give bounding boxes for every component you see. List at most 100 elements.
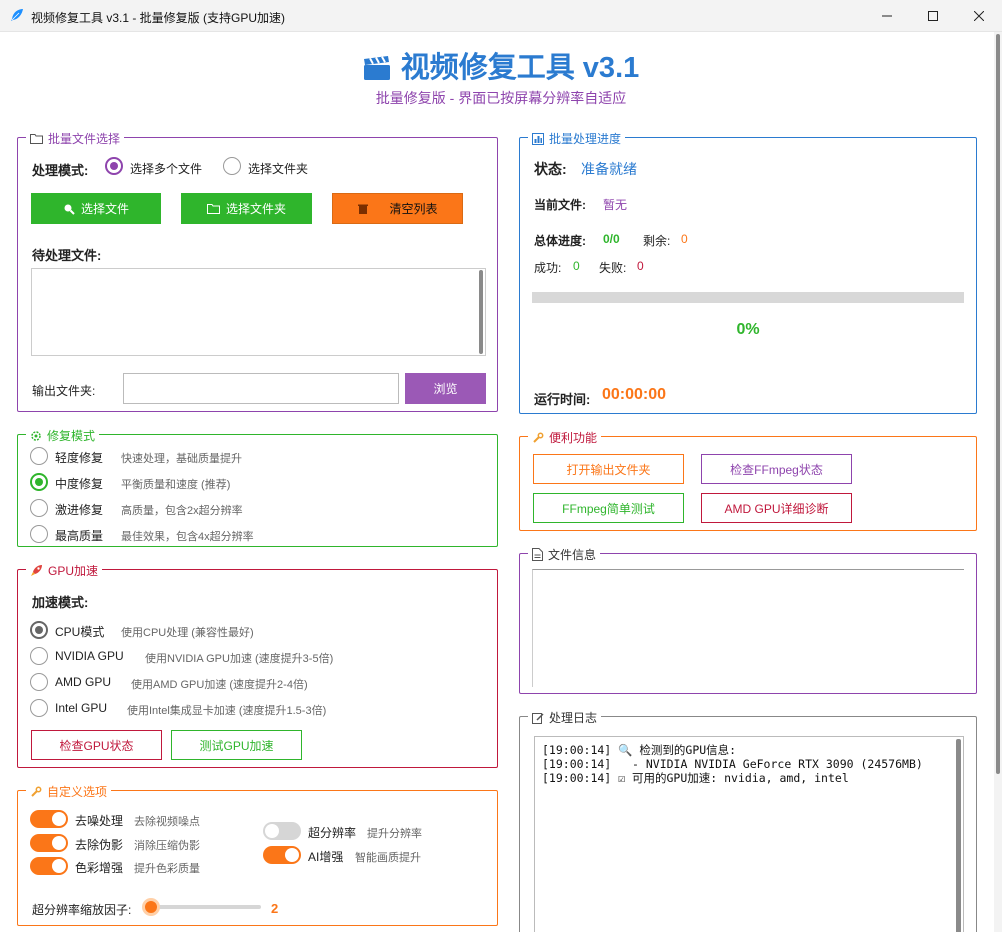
window-scrollbar[interactable]	[994, 32, 1002, 932]
select-files-label: 选择文件	[80, 202, 129, 216]
pending-list-scrollbar[interactable]	[479, 270, 483, 354]
output-folder-label: 输出文件夹:	[32, 384, 96, 398]
super-res-hint: 提升分辨率	[367, 828, 422, 840]
log-line: [19:00:14] ☑ 可用的GPU加速: nvidia, amd, inte…	[542, 771, 849, 785]
log-group: 处理日志 [19:00:14] 🔍 检测到的GPU信息: [19:00:14] …	[519, 709, 977, 932]
fail-value: 0	[637, 259, 644, 273]
rocket-icon	[31, 565, 42, 576]
check-gpu-status-button[interactable]: 检查GPU状态	[31, 730, 162, 760]
select-files-button[interactable]: 选择文件	[31, 193, 161, 224]
app-header: 视频修复工具 v3.1	[0, 44, 1002, 86]
log-legend: 处理日志	[528, 709, 602, 726]
check-ffmpeg-button[interactable]: 检查FFmpeg状态	[701, 454, 852, 484]
gpu-radio-amd[interactable]	[30, 673, 48, 691]
clapperboard-icon	[363, 56, 390, 80]
gpu-radio-cpu[interactable]	[30, 621, 48, 639]
ai-enhance-label: AI增强	[308, 850, 344, 864]
deartifact-label: 去除伪影	[75, 838, 124, 852]
bar-chart-icon	[532, 132, 544, 145]
gpu-radio-intel[interactable]	[30, 699, 48, 717]
mode-option-folder[interactable]: 选择文件夹	[248, 160, 308, 177]
total-progress-value: 0/0	[603, 232, 620, 246]
color-enhance-hint: 提升色彩质量	[134, 863, 200, 875]
output-folder-input[interactable]	[123, 373, 399, 404]
maximize-icon	[928, 11, 938, 21]
browse-button[interactable]: 浏览	[405, 373, 486, 404]
ai-enhance-hint: 智能画质提升	[355, 852, 421, 864]
repair-hint-medium: 平衡质量和速度 (推荐)	[121, 479, 231, 491]
pending-files-label: 待处理文件:	[32, 248, 102, 263]
pending-files-list[interactable]	[31, 268, 486, 356]
super-res-label: 超分辨率	[308, 826, 357, 840]
clear-list-button[interactable]: 清空列表	[332, 193, 463, 224]
repair-option-max[interactable]: 最高质量	[55, 527, 103, 544]
repair-option-aggressive[interactable]: 激进修复	[55, 501, 103, 518]
status-label: 状态:	[534, 161, 567, 177]
repair-mode-legend-text: 修复模式	[47, 429, 96, 443]
file-info-legend: 文件信息	[528, 546, 601, 563]
gpu-radio-nvidia[interactable]	[30, 647, 48, 665]
deartifact-toggle[interactable]	[30, 834, 68, 852]
minimize-icon	[882, 15, 892, 17]
clear-list-label: 清空列表	[389, 202, 438, 216]
document-icon	[532, 548, 543, 561]
ffmpeg-test-button[interactable]: FFmpeg简单测试	[533, 493, 684, 523]
denoise-toggle[interactable]	[30, 810, 68, 828]
repair-hint-light: 快速处理，基础质量提升	[121, 453, 242, 465]
log-textarea[interactable]: [19:00:14] 🔍 检测到的GPU信息: [19:00:14] - NVI…	[534, 736, 964, 932]
amd-diagnose-button[interactable]: AMD GPU详细诊断	[701, 493, 852, 523]
select-folder-button[interactable]: 选择文件夹	[181, 193, 312, 224]
minimize-button[interactable]	[864, 0, 910, 32]
close-button[interactable]	[956, 0, 1002, 32]
repair-hint-aggressive: 高质量，包含2x超分辨率	[121, 505, 243, 517]
file-info-textarea[interactable]	[532, 569, 964, 687]
scrollbar-thumb[interactable]	[996, 34, 1000, 774]
gpu-legend: GPU加速	[26, 562, 103, 579]
current-file-label: 当前文件:	[534, 198, 586, 212]
trash-icon	[358, 204, 369, 214]
scale-factor-label: 超分辨率缩放因子:	[32, 903, 132, 917]
maximize-button[interactable]	[910, 0, 956, 32]
repair-radio-max[interactable]	[30, 525, 48, 543]
gpu-option-intel[interactable]: Intel GPU	[55, 701, 107, 715]
repair-option-medium[interactable]: 中度修复	[55, 475, 103, 492]
log-scrollbar[interactable]	[956, 739, 961, 932]
fail-label: 失败:	[599, 261, 627, 275]
mode-radio-folder[interactable]	[223, 157, 241, 175]
super-res-toggle[interactable]	[263, 822, 301, 840]
log-legend-text: 处理日志	[549, 711, 598, 725]
file-info-legend-text: 文件信息	[548, 548, 597, 562]
success-label: 成功:	[534, 261, 562, 275]
search-icon	[64, 204, 75, 215]
mode-radio-files[interactable]	[105, 157, 123, 175]
mode-option-files[interactable]: 选择多个文件	[130, 160, 202, 177]
folder-icon	[206, 204, 220, 214]
gpu-option-cpu[interactable]: CPU模式	[55, 623, 104, 640]
accel-mode-label: 加速模式:	[32, 595, 89, 610]
color-enhance-toggle[interactable]	[30, 857, 68, 875]
scale-slider-track[interactable]	[143, 905, 261, 909]
scale-slider-thumb[interactable]	[142, 898, 160, 916]
denoise-hint: 去除视频噪点	[134, 816, 200, 828]
feather-icon	[11, 9, 23, 21]
color-enhance-label: 色彩增强	[75, 861, 124, 875]
close-icon	[974, 11, 984, 21]
utilities-group: 便利功能 打开输出文件夹 检查FFmpeg状态 FFmpeg简单测试 AMD G…	[519, 429, 977, 531]
repair-radio-aggressive[interactable]	[30, 499, 48, 517]
gpu-option-amd[interactable]: AMD GPU	[55, 675, 111, 689]
custom-options-group: 自定义选项 去噪处理 去除视频噪点 去除伪影 消除压缩伪影 色彩增强 提升色彩质…	[17, 783, 498, 926]
ai-enhance-toggle[interactable]	[263, 846, 301, 864]
repair-radio-medium[interactable]	[30, 473, 48, 491]
repair-mode-group: 修复模式 轻度修复 快速处理，基础质量提升 中度修复 平衡质量和速度 (推荐) …	[17, 427, 498, 547]
open-output-folder-button[interactable]: 打开输出文件夹	[533, 454, 684, 484]
status-value: 准备就绪	[581, 161, 637, 177]
gpu-option-nvidia[interactable]: NVIDIA GPU	[55, 649, 124, 663]
test-gpu-accel-button[interactable]: 测试GPU加速	[171, 730, 302, 760]
log-line: [19:00:14] - NVIDIA NVIDIA GeForce RTX 3…	[542, 757, 923, 771]
progress-legend: 批量处理进度	[528, 130, 626, 147]
folder-icon	[30, 134, 43, 144]
repair-radio-light[interactable]	[30, 447, 48, 465]
gpu-hint-nvidia: 使用NVIDIA GPU加速 (速度提升3-5倍)	[145, 653, 334, 665]
repair-option-light[interactable]: 轻度修复	[55, 449, 103, 466]
runtime-label: 运行时间:	[534, 392, 591, 407]
